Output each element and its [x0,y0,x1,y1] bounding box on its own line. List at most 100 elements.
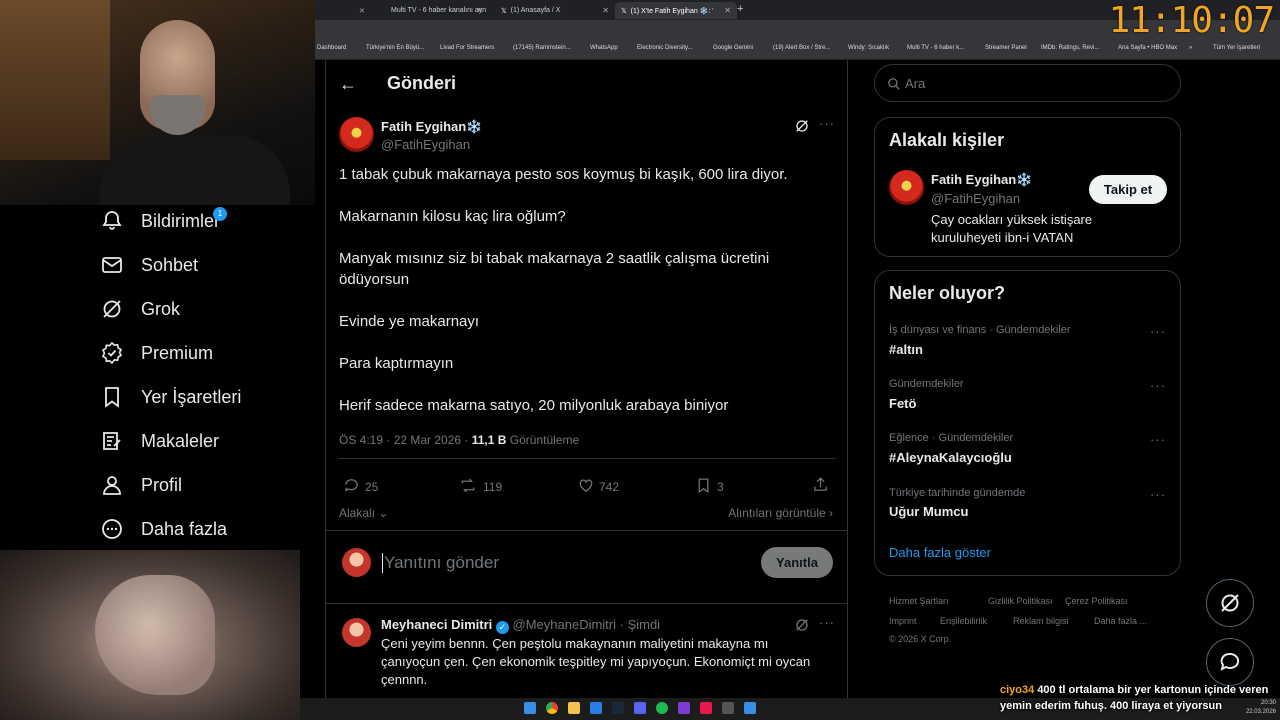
nav-more[interactable]: Daha fazla [100,514,227,544]
article-icon [103,432,121,450]
bookmark-item[interactable]: Dashboard [317,45,346,51]
app-icon[interactable] [678,702,690,714]
grok-icon[interactable] [794,617,810,633]
steam-icon[interactable] [612,702,624,714]
bookmark-all-folder[interactable]: Tüm Yer İşaretleri [1213,45,1260,51]
post-timestamp[interactable]: ÖS 4:19 · 22 Mar 2026 · [339,433,472,447]
bookmark-item[interactable]: IMDb: Ratings, Revi... [1041,45,1099,51]
reply-icon[interactable] [343,477,360,494]
verified-icon [101,341,123,365]
reply-input[interactable]: Yanıtını gönder [382,553,499,573]
messages-fab[interactable] [1206,638,1254,686]
more-options-icon[interactable]: ··· [1150,432,1166,447]
more-options-icon[interactable]: ··· [819,615,835,630]
nav-label: Grok [141,298,181,319]
more-options-icon[interactable]: ··· [1150,487,1166,502]
right-column: Ara Alakalı kişiler Fatih Eygihan❄️ @Fat… [848,60,1280,700]
spotify-icon[interactable] [656,702,668,714]
bookmark-overflow[interactable]: » [1189,45,1192,51]
repost-icon[interactable] [459,477,477,494]
footer-link[interactable]: Reklam bilgisi [1013,616,1069,626]
share-icon[interactable] [812,476,829,493]
more-options-icon[interactable]: ··· [1150,324,1166,339]
tab-label: Multi TV - 6 haber kanalını ayn [391,7,487,14]
footer-link[interactable]: Imprint [889,616,917,626]
discord-icon[interactable] [634,702,646,714]
nav-premium[interactable]: Premium [100,338,213,368]
bookmark-item[interactable]: Livad For Streamers [440,45,494,51]
bookmark-item[interactable]: (19) Alert Box / Stre... [773,45,830,51]
related-name[interactable]: Fatih Eygihan❄️ [931,172,1032,188]
bell-icon [102,211,122,230]
back-arrow-icon[interactable]: ← [339,74,357,95]
author-name[interactable]: Fatih Eygihan❄️ [381,119,482,135]
author-handle[interactable]: @FatihEygihan [381,137,470,152]
follow-button[interactable]: Takip et [1089,175,1167,204]
footer-link[interactable]: Çerez Politikası [1065,596,1128,606]
footer-link[interactable]: Daha fazla ... [1094,616,1147,626]
nav-grok[interactable]: Grok [100,294,180,324]
bookmark-item[interactable]: Multi TV - 6 haber k... [907,45,964,51]
post-meta: ÖS 4:19 · 22 Mar 2026 · 11,1 B Görüntüle… [339,433,579,447]
nav-articles[interactable]: Makaleler [100,426,219,456]
nav-bookmarks[interactable]: Yer İşaretleri [100,382,241,412]
bookmark-item[interactable]: Windy: Sıcaklık [848,45,889,51]
post-text-line: Herif sadece makarna satıyo, 20 milyonlu… [339,397,729,414]
avatar[interactable] [342,618,371,647]
search-input[interactable]: Ara [874,64,1181,102]
reply-button[interactable]: Yanıtla [761,547,833,578]
bookmark-item[interactable]: Türkiye'nin En Büyü... [366,45,424,51]
nav-notifications[interactable]: 1 Bildirimler [100,206,227,236]
view-quotes-link[interactable]: Alıntıları görüntüle › [728,506,833,520]
more-options-icon[interactable]: ··· [819,116,835,131]
show-more-link[interactable]: Daha fazla göster [889,545,991,560]
browser-tab-active[interactable]: 𝕏(1) X'te Fatih Eygihan ❄️: "1 tab ✕ [615,2,737,19]
nav-profile[interactable]: Profil [100,470,182,500]
chat-username: ciyo34 [1000,684,1035,696]
nav-label: Yer İşaretleri [141,386,242,407]
app-icon[interactable] [590,702,602,714]
close-icon[interactable]: ✕ [724,6,731,15]
footer-link[interactable]: Gizlilik Politikası [988,596,1053,606]
footer-link[interactable]: Hizmet Şartları [889,596,949,606]
bookmark-item[interactable]: (17145) Rammstein... [513,45,571,51]
chevron-down-icon: ⌄ [378,506,389,520]
trend-title: Fetö [889,396,917,411]
avatar[interactable] [889,170,924,205]
related-people-card: Alakalı kişiler Fatih Eygihan❄️ @FatihEy… [874,117,1181,257]
browser-tab[interactable]: ✕ Multi TV - 6 haber kanalını ayn ✕ [359,2,489,19]
more-options-icon[interactable]: ··· [1150,378,1166,393]
bookmark-item[interactable]: Ana Sayfa • HBO Max [1118,45,1177,51]
grok-icon[interactable] [794,118,810,134]
related-handle[interactable]: @FatihEygihan [931,191,1020,206]
reply-author-name[interactable]: Meyhaneci Dimitri [381,617,492,632]
new-tab-icon[interactable]: + [737,3,743,15]
chrome-icon[interactable] [546,702,558,714]
bookmark-item[interactable]: WhatsApp [590,45,618,51]
bookmark-item[interactable]: Google Gemini [713,45,753,51]
sort-relevant-dropdown[interactable]: Alakalı ⌄ [339,506,388,520]
reply-author-handle[interactable]: @MeyhaneDimitri · Şimdi [513,617,661,632]
app-icon[interactable] [744,702,756,714]
close-icon[interactable]: ✕ [476,6,483,15]
close-icon[interactable]: ✕ [602,6,609,15]
x-logo-icon: 𝕏 [501,7,507,15]
start-icon[interactable] [524,702,536,714]
nav-label: Makaleler [141,430,220,451]
footer-link[interactable]: Erişilebilirlik [940,616,987,626]
bookmark-item[interactable]: Electronic Diversity... [637,45,693,51]
app-icon[interactable] [722,702,734,714]
avatar[interactable] [342,548,371,577]
streamer-webcam [0,0,315,205]
bookmark-icon[interactable] [695,477,712,494]
post-column: ← Gönderi Fatih Eygihan❄️ @FatihEygihan … [325,60,848,700]
folder-icon[interactable] [568,702,580,714]
browser-tab[interactable]: 𝕏 (1) Anasayfa / X ✕ [495,2,615,19]
repost-count: 119 [483,480,503,494]
app-icon[interactable] [700,702,712,714]
grok-fab[interactable] [1206,579,1254,627]
bookmark-item[interactable]: Streamer Panel [985,45,1027,51]
like-icon[interactable] [577,477,595,494]
avatar[interactable] [339,117,374,152]
nav-chat[interactable]: Sohbet [100,250,198,280]
